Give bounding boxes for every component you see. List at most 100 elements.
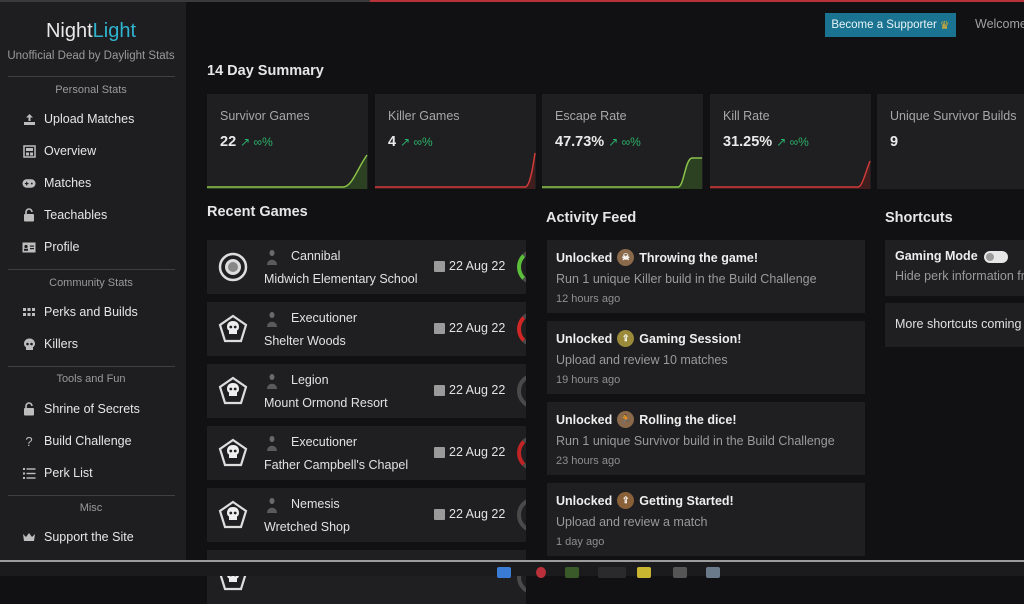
- sidebar-item-build-challenge[interactable]: ? Build Challenge: [22, 430, 132, 452]
- toggle-knob: [985, 252, 994, 261]
- more-shortcuts-card: More shortcuts coming soon: [885, 303, 1024, 347]
- divider: [8, 495, 175, 496]
- sidebar-item-upload-matches[interactable]: Upload Matches: [22, 108, 134, 130]
- calendar-icon: [434, 446, 445, 458]
- sidebar-item-overview[interactable]: Overview: [22, 140, 96, 162]
- divider: [8, 269, 175, 270]
- section-label-personal: Personal Stats: [55, 84, 127, 96]
- stat-card-unique-survivor-builds[interactable]: Unique Survivor Builds 9: [877, 94, 1024, 189]
- upload-icon: [22, 112, 36, 126]
- calendar-icon: [434, 322, 445, 334]
- activity-item: Unlocked 🏃 Rolling the dice! Run 1 unique S…: [547, 402, 865, 475]
- sidebar-item-killers[interactable]: Killers: [22, 333, 78, 355]
- list-icon: [22, 466, 36, 480]
- result-ring: [517, 311, 526, 347]
- notification-badge-icon[interactable]: [536, 567, 546, 578]
- map-name: Shelter Woods: [264, 334, 346, 348]
- killer-portrait-icon: [265, 249, 281, 265]
- nav-label: Perks and Builds: [44, 305, 138, 319]
- gaming-mode-toggle[interactable]: [983, 250, 1008, 263]
- upload-achievement-icon: ⇪: [617, 492, 635, 509]
- sidebar-item-profile[interactable]: Profile: [22, 236, 79, 258]
- stat-label: Killer Games: [388, 109, 460, 123]
- loading-bar: [370, 0, 1024, 2]
- section-label-tools: Tools and Fun: [56, 373, 126, 385]
- sidebar: NightLight Unofficial Dead by Daylight S…: [0, 2, 186, 576]
- achievement-name[interactable]: Throwing the game!: [639, 251, 758, 265]
- map-name: Father Campbell's Chapel: [264, 458, 409, 472]
- killer-name: Executioner: [291, 311, 358, 325]
- sidebar-item-perk-list[interactable]: Perk List: [22, 462, 93, 484]
- sidebar-item-shrine-of-secrets[interactable]: Shrine of Secrets: [22, 398, 140, 420]
- achievement-name[interactable]: Getting Started!: [639, 494, 733, 508]
- achievement-description: Run 1 unique Survivor build in the Build…: [556, 434, 835, 448]
- divider: [8, 366, 175, 367]
- stat-card-escape-rate[interactable]: Escape Rate 47.73% ↗ ∞%: [542, 94, 703, 189]
- sidebar-item-matches[interactable]: Matches: [22, 172, 91, 194]
- killer-badge-icon: [218, 376, 248, 406]
- map-name: Midwich Elementary School: [264, 272, 418, 286]
- become-supporter-button[interactable]: Become a Supporter ♛: [825, 13, 956, 37]
- survivor-badge-icon: [218, 252, 248, 282]
- nav-label: Perk List: [44, 466, 93, 480]
- killer-name: Cannibal: [291, 249, 341, 263]
- date-text: 22 Aug 22: [449, 321, 506, 335]
- result-ring: [517, 373, 526, 409]
- game-row[interactable]: Legion Mount Ormond Resort 22 Aug 22: [207, 364, 526, 418]
- date-text: 22 Aug 22: [449, 507, 506, 521]
- result-ring: [517, 249, 526, 285]
- folder-icon[interactable]: [637, 567, 651, 578]
- activity-time: 12 hours ago: [556, 293, 621, 305]
- app-icon[interactable]: [565, 567, 579, 578]
- sidebar-item-perks-and-builds[interactable]: Perks and Builds: [22, 301, 138, 323]
- achievement-description: Upload and review a match: [556, 515, 708, 529]
- grid-icon: [22, 305, 36, 319]
- map-name: Wretched Shop: [264, 520, 350, 534]
- game-row[interactable]: Nemesis Wretched Shop 22 Aug 22: [207, 488, 526, 542]
- stat-value: 22: [220, 134, 237, 150]
- game-row[interactable]: Huntress: [207, 550, 526, 604]
- app-icon[interactable]: [706, 567, 720, 578]
- taskbar: [0, 560, 1024, 578]
- sparkline: [710, 160, 871, 189]
- sidebar-item-teachables[interactable]: Teachables: [22, 204, 107, 226]
- stat-card-survivor-games[interactable]: Survivor Games 22 ↗ ∞%: [207, 94, 368, 189]
- calendar-icon: [434, 508, 445, 520]
- active-app-icon[interactable]: [598, 567, 626, 578]
- windows-start-icon[interactable]: [497, 567, 511, 578]
- app-logo[interactable]: NightLight: [0, 20, 182, 43]
- stat-label: Unique Survivor Builds: [890, 109, 1017, 123]
- killer-badge-icon: [218, 314, 248, 344]
- summary-title: 14 Day Summary: [207, 63, 324, 79]
- unlocked-label: Unlocked: [556, 493, 613, 508]
- upload-achievement-icon: ⇪: [617, 330, 635, 347]
- app-icon[interactable]: [673, 567, 687, 578]
- newspaper-icon: [22, 144, 36, 158]
- stat-card-killer-games[interactable]: Killer Games 4 ↗ ∞%: [375, 94, 536, 189]
- stat-label: Kill Rate: [723, 109, 770, 123]
- logo-night: Night: [45, 20, 93, 42]
- unlocked-label: Unlocked: [556, 250, 613, 265]
- stat-card-kill-rate[interactable]: Kill Rate 31.25% ↗ ∞%: [710, 94, 871, 189]
- nav-label: Matches: [44, 176, 92, 190]
- achievement-description: Run 1 unique Killer build in the Build C…: [556, 272, 817, 286]
- nav-label: Build Challenge: [44, 434, 132, 448]
- killer-name: Legion: [291, 373, 329, 387]
- gaming-mode-card: Gaming Mode Hide perk information from: [885, 240, 1024, 296]
- activity-time: 23 hours ago: [556, 455, 621, 467]
- date-text: 22 Aug 22: [449, 259, 506, 273]
- crown-icon: ♛: [939, 19, 950, 32]
- achievement-name[interactable]: Rolling the dice!: [639, 413, 736, 427]
- welcome-text: Welcome: [975, 17, 1024, 31]
- game-row[interactable]: Executioner Father Campbell's Chapel 22 Au…: [207, 426, 526, 480]
- trend-indicator: ↗ ∞%: [608, 135, 641, 149]
- match-date: 22 Aug 22: [434, 445, 505, 459]
- section-label-misc: Misc: [79, 502, 103, 514]
- sidebar-item-support-the-site[interactable]: Support the Site: [22, 526, 134, 548]
- nav-label: Overview: [44, 144, 97, 158]
- game-row[interactable]: Cannibal Midwich Elementary School 22 Aug …: [207, 240, 526, 294]
- achievement-name[interactable]: Gaming Session!: [639, 332, 741, 346]
- stat-value: 31.25%: [723, 134, 773, 150]
- activity-item: Unlocked ☠ Throwing the game! Run 1 unique …: [547, 240, 865, 313]
- game-row[interactable]: Executioner Shelter Woods 22 Aug 22: [207, 302, 526, 356]
